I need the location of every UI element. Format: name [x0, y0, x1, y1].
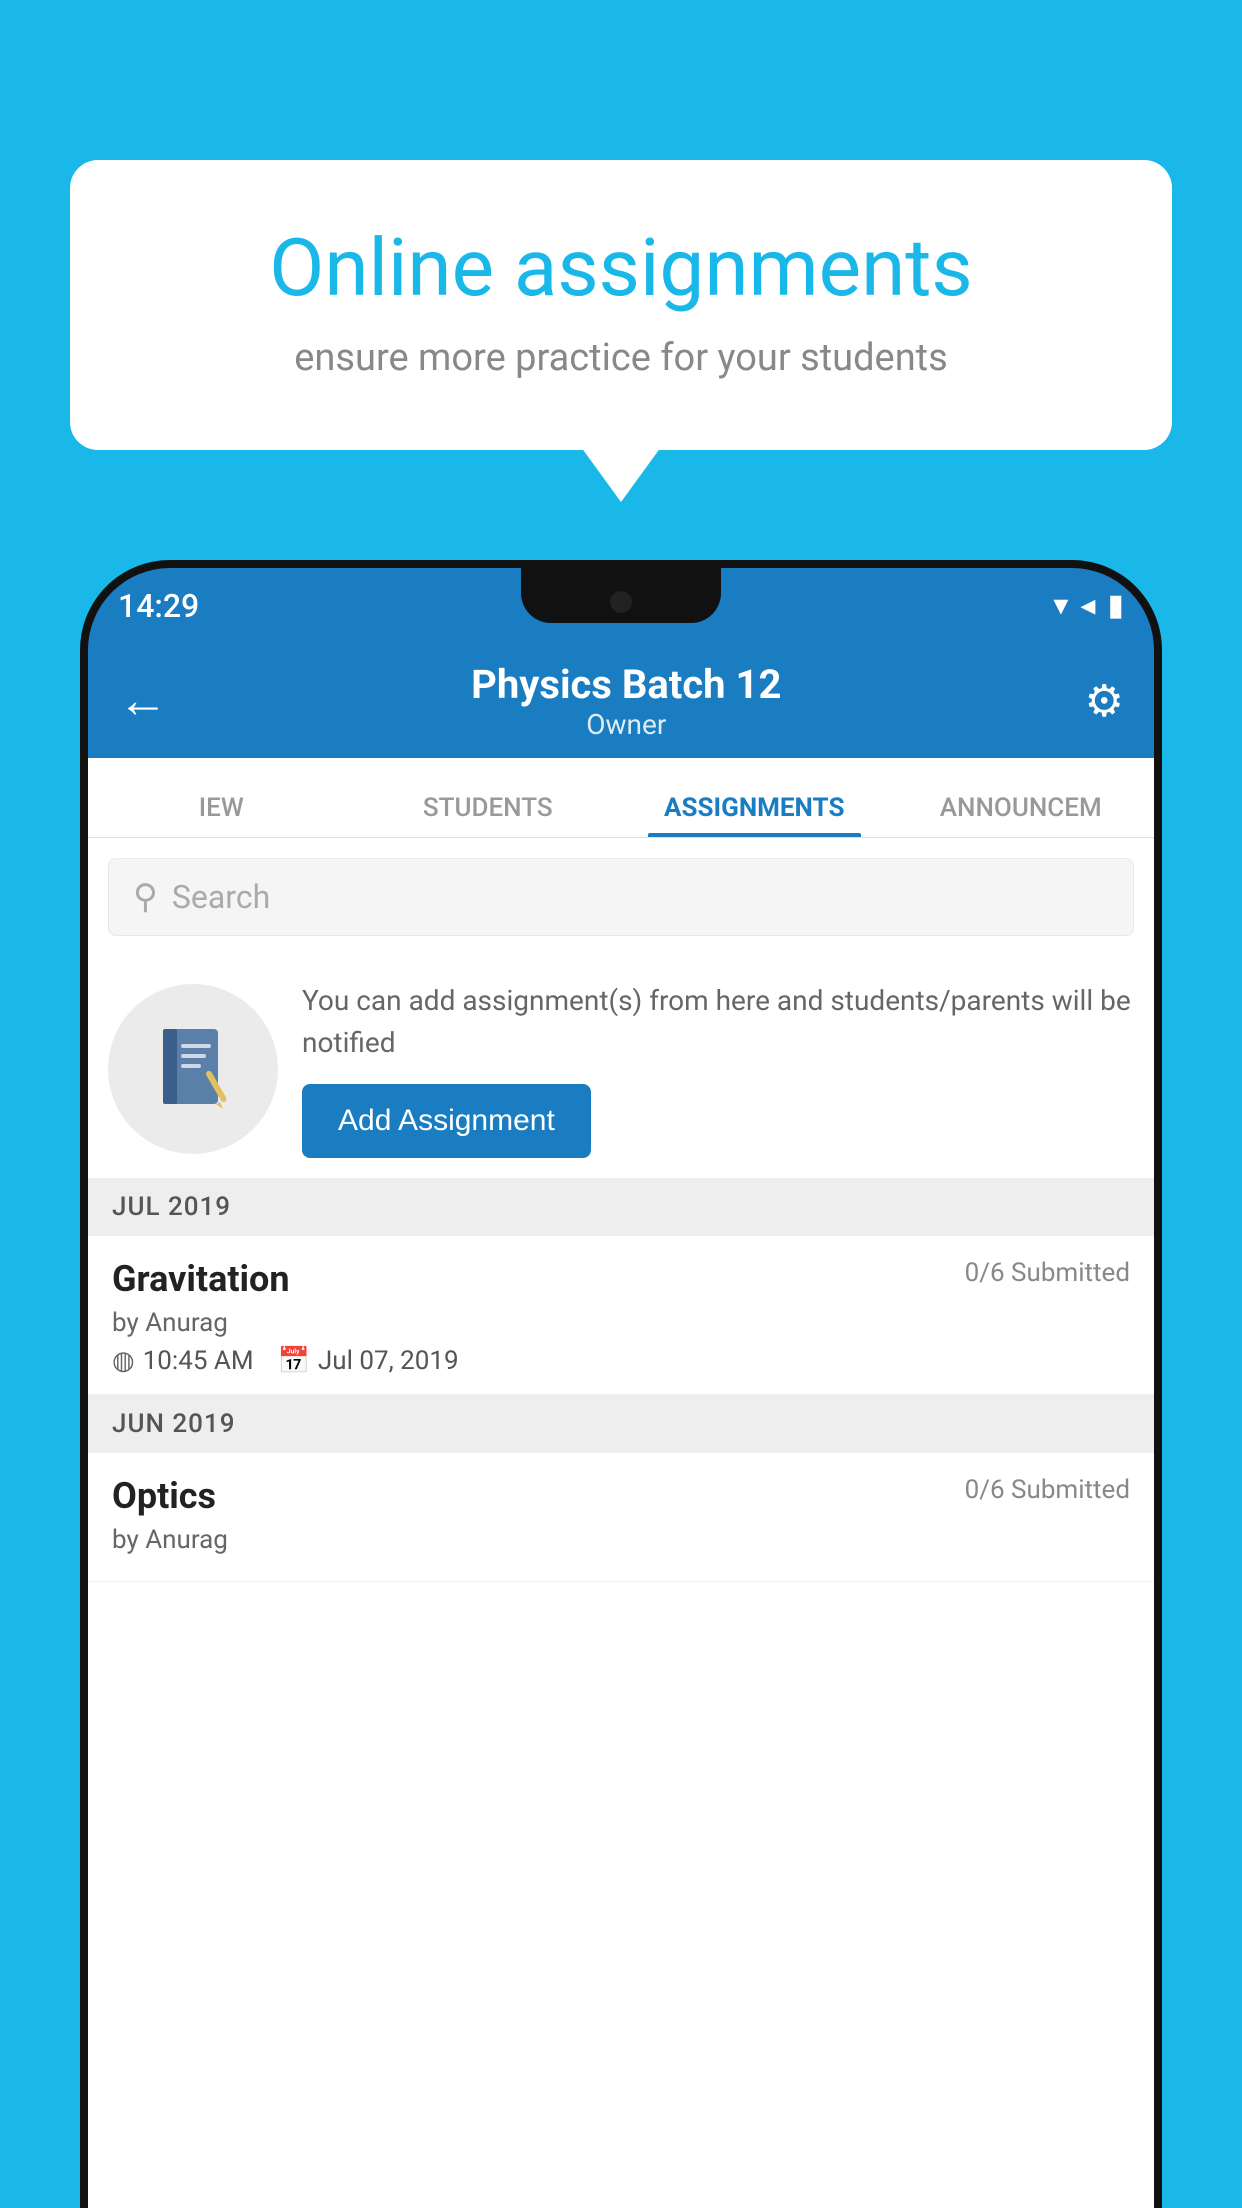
tab-announcements[interactable]: ANNOUNCEM	[888, 793, 1155, 837]
empty-state: You can add assignment(s) from here and …	[108, 960, 1134, 1178]
section-header-jun: JUN 2019	[88, 1395, 1154, 1453]
assignment-title-optics: Optics	[112, 1475, 216, 1517]
wifi-icon: ▾	[1053, 588, 1068, 623]
battery-icon: ▮	[1107, 588, 1124, 623]
header-subtitle: Owner	[168, 708, 1085, 741]
assignment-by-optics: by Anurag	[112, 1525, 1130, 1555]
assignment-item-gravitation[interactable]: Gravitation 0/6 Submitted by Anurag ◍ 10…	[88, 1236, 1154, 1395]
assignment-meta-gravitation: ◍ 10:45 AM 📅 Jul 07, 2019	[112, 1346, 1130, 1376]
status-icons: ▾ ◂ ▮	[1053, 588, 1124, 623]
phone-inner: 14:29 ▾ ◂ ▮ ← Physics Batch 12 Owner ⚙ I…	[88, 568, 1154, 2208]
assignment-date-gravitation: 📅 Jul 07, 2019	[278, 1346, 459, 1376]
header-title: Physics Batch 12	[168, 661, 1085, 708]
search-icon: ⚲	[133, 877, 158, 917]
assignment-time-gravitation: ◍ 10:45 AM	[112, 1346, 254, 1376]
assignment-submitted-optics: 0/6 Submitted	[965, 1475, 1130, 1505]
phone-frame: 14:29 ▾ ◂ ▮ ← Physics Batch 12 Owner ⚙ I…	[80, 560, 1162, 2208]
search-placeholder: Search	[172, 878, 270, 916]
screen-content: ⚲ Search	[88, 838, 1154, 2208]
assignment-by-gravitation: by Anurag	[112, 1308, 1130, 1338]
app-header: ← Physics Batch 12 Owner ⚙	[88, 643, 1154, 758]
settings-button[interactable]: ⚙	[1085, 675, 1124, 727]
clock-icon: ◍	[112, 1346, 135, 1376]
speech-bubble-container: Online assignments ensure more practice …	[70, 160, 1172, 450]
calendar-icon: 📅	[278, 1346, 310, 1376]
notebook-icon-container	[108, 984, 278, 1154]
assignment-top: Gravitation 0/6 Submitted	[112, 1258, 1130, 1300]
back-button[interactable]: ←	[118, 671, 168, 730]
search-bar[interactable]: ⚲ Search	[108, 858, 1134, 936]
notebook-graphic	[153, 1024, 233, 1114]
assignment-title-gravitation: Gravitation	[112, 1258, 290, 1300]
bubble-title: Online assignments	[140, 220, 1102, 316]
notch	[521, 568, 721, 623]
speech-bubble: Online assignments ensure more practice …	[70, 160, 1172, 450]
add-assignment-button[interactable]: Add Assignment	[302, 1084, 591, 1158]
camera-dot	[610, 591, 632, 613]
assignment-top-optics: Optics 0/6 Submitted	[112, 1475, 1130, 1517]
assignment-item-optics[interactable]: Optics 0/6 Submitted by Anurag	[88, 1453, 1154, 1582]
section-header-jul: JUL 2019	[88, 1178, 1154, 1236]
bubble-subtitle: ensure more practice for your students	[140, 336, 1102, 380]
header-center: Physics Batch 12 Owner	[168, 661, 1085, 741]
empty-state-text: You can add assignment(s) from here and …	[302, 980, 1134, 1064]
empty-state-right: You can add assignment(s) from here and …	[302, 980, 1134, 1158]
assignment-submitted-gravitation: 0/6 Submitted	[965, 1258, 1130, 1288]
tab-students[interactable]: STUDENTS	[355, 793, 622, 837]
tabs: IEW STUDENTS ASSIGNMENTS ANNOUNCEM	[88, 758, 1154, 838]
tab-iew[interactable]: IEW	[88, 793, 355, 837]
signal-icon: ◂	[1080, 588, 1095, 623]
status-time: 14:29	[118, 587, 199, 625]
tab-assignments[interactable]: ASSIGNMENTS	[621, 793, 888, 837]
